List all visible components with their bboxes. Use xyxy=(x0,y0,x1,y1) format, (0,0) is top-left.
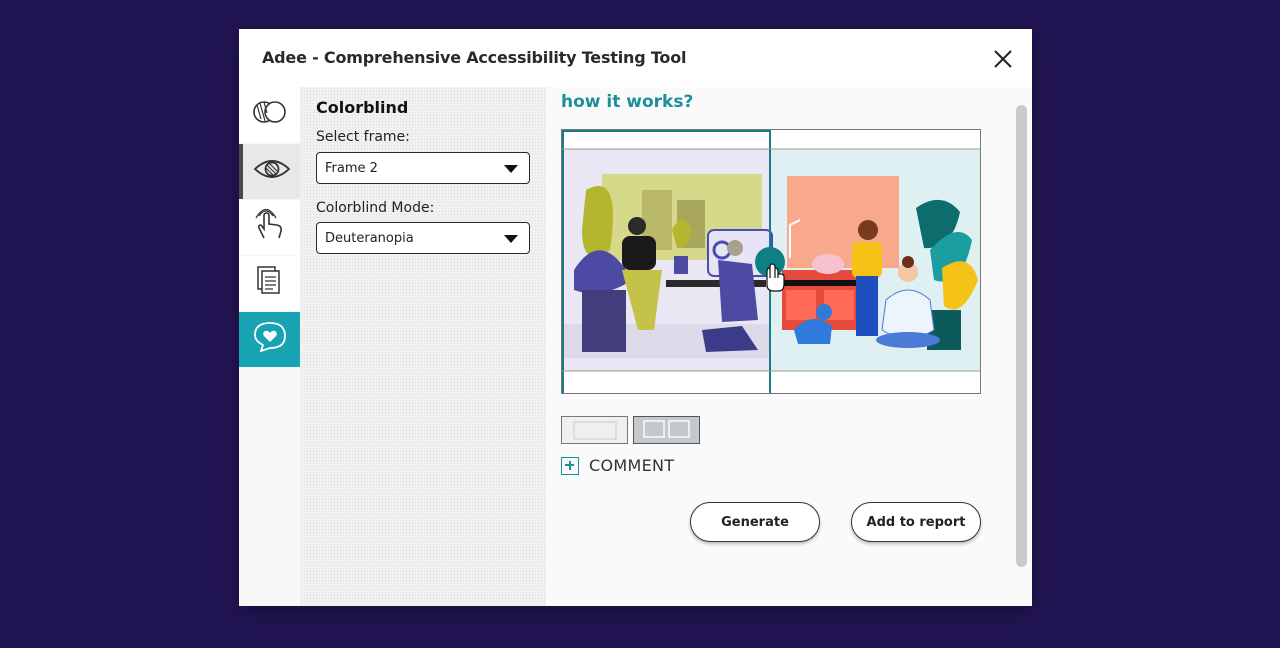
add-to-report-button[interactable]: Add to report xyxy=(851,502,981,542)
heart-chat-icon xyxy=(252,320,288,359)
documents-icon xyxy=(253,264,287,303)
mode-label: Colorblind Mode: xyxy=(316,200,435,216)
scrollbar-thumb[interactable] xyxy=(1016,105,1027,567)
split-view-button[interactable] xyxy=(633,416,700,444)
frame-label: Select frame: xyxy=(316,129,410,145)
frame-select-value: Frame 2 xyxy=(325,161,378,176)
tab-touch[interactable] xyxy=(239,200,300,255)
dialog: Adee - Comprehensive Accessibility Testi… xyxy=(239,29,1032,606)
single-view-button[interactable] xyxy=(561,416,628,444)
frame-select[interactable]: Frame 2 xyxy=(316,152,530,184)
eye-icon xyxy=(253,156,291,187)
main-area: how it works? COMMENT Generate Add to re… xyxy=(546,87,1032,606)
generate-button[interactable]: Generate xyxy=(690,502,820,542)
comparison-preview[interactable] xyxy=(561,129,981,394)
tab-feedback[interactable] xyxy=(239,312,300,367)
title-bar: Adee - Comprehensive Accessibility Testi… xyxy=(239,29,1032,87)
dialog-title: Adee - Comprehensive Accessibility Testi… xyxy=(262,48,687,67)
close-icon[interactable] xyxy=(991,47,1015,71)
plus-icon xyxy=(561,456,579,475)
chevron-down-icon xyxy=(504,235,518,243)
overlap-circles-icon xyxy=(251,99,289,130)
tab-overlap[interactable] xyxy=(239,87,300,142)
tab-documents[interactable] xyxy=(239,256,300,311)
tab-colorblind[interactable] xyxy=(239,144,300,199)
add-comment-button[interactable]: COMMENT xyxy=(561,456,674,475)
chevron-down-icon xyxy=(504,165,518,173)
touch-hand-icon xyxy=(251,208,289,247)
comment-label: COMMENT xyxy=(589,456,675,475)
settings-panel: Colorblind Select frame: Frame 2 Colorbl… xyxy=(300,87,546,606)
panel-title: Colorblind xyxy=(316,98,409,117)
sidebar xyxy=(239,87,300,606)
mode-select-value: Deuteranopia xyxy=(325,231,414,246)
mode-select[interactable]: Deuteranopia xyxy=(316,222,530,254)
how-it-works-heading: how it works? xyxy=(561,92,694,112)
